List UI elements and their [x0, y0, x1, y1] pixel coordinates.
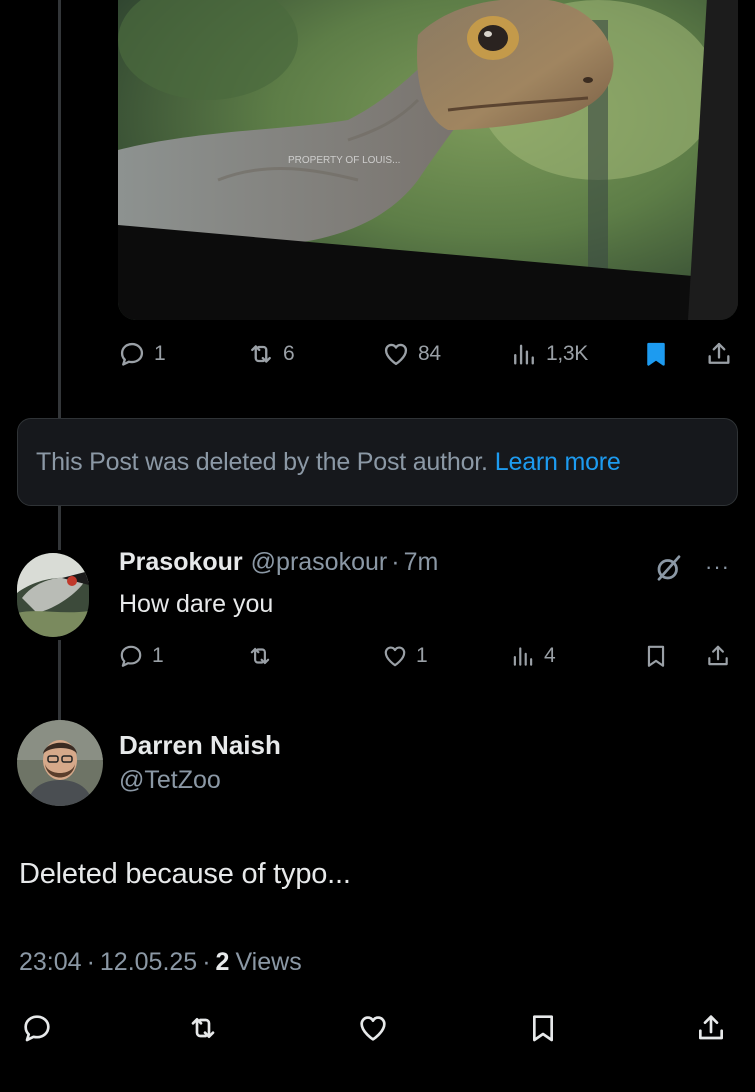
heart-icon	[382, 340, 410, 368]
repost-button[interactable]: 6	[247, 334, 295, 374]
post-views-count: 2	[215, 948, 230, 976]
reply-views-button[interactable]: 4	[510, 636, 556, 676]
reply-reply-button[interactable]: 1	[118, 636, 164, 676]
reply-timestamp[interactable]: 7m	[404, 548, 439, 577]
main-repost-button[interactable]	[187, 1008, 219, 1048]
reply-views-count: 4	[544, 644, 556, 667]
views-button[interactable]: 1,3K	[510, 334, 588, 374]
views-icon	[510, 340, 538, 368]
reply-button[interactable]: 1	[118, 334, 166, 374]
reply-author-name[interactable]: Prasokour	[119, 548, 243, 577]
reply-text: How dare you	[119, 590, 274, 618]
post-date[interactable]: 12.05.25	[100, 948, 197, 977]
share-button[interactable]	[705, 334, 733, 374]
share-icon	[695, 1012, 727, 1044]
main-share-button[interactable]	[695, 1008, 727, 1048]
main-like-button[interactable]	[357, 1008, 389, 1048]
reply-icon	[21, 1012, 53, 1044]
reply-repost-button[interactable]	[247, 636, 281, 676]
main-author-name[interactable]: Darren Naish	[119, 730, 281, 761]
bird-avatar-image	[17, 553, 89, 637]
meta-separator-1: ·	[86, 948, 95, 976]
repost-icon	[247, 643, 273, 669]
main-post-actions	[0, 1008, 755, 1048]
like-button[interactable]: 84	[382, 334, 441, 374]
bookmark-icon	[527, 1012, 559, 1044]
deleted-notice-text: This Post was deleted by the Post author…	[36, 447, 488, 476]
reply-icon	[118, 340, 146, 368]
main-bookmark-button[interactable]	[527, 1008, 559, 1048]
main-author-handle[interactable]: @TetZoo	[119, 766, 221, 795]
heart-icon	[382, 643, 408, 669]
main-avatar[interactable]	[17, 720, 103, 806]
like-count: 84	[418, 342, 441, 365]
reply-like-button[interactable]: 1	[382, 636, 428, 676]
heart-icon	[357, 1012, 389, 1044]
reply-author-handle[interactable]: @prasokour	[251, 548, 388, 577]
views-count: 1,3K	[546, 342, 588, 365]
reply-reply-count: 1	[152, 644, 164, 667]
reply-avatar[interactable]	[17, 553, 89, 637]
post-meta: 23:04 · 12.05.25 · 2 Views	[19, 948, 302, 977]
main-post-text: Deleted because of typo...	[19, 858, 351, 890]
meta-separator-2: ·	[202, 948, 211, 976]
reply-separator: ·	[391, 548, 400, 576]
bookmark-icon	[643, 643, 669, 669]
share-icon	[705, 643, 731, 669]
post-media-image[interactable]: PROPERTY OF LOUIS...	[118, 0, 738, 320]
person-avatar-image	[17, 720, 103, 806]
post-time[interactable]: 23:04	[19, 948, 82, 977]
reply-share-button[interactable]	[705, 636, 731, 676]
reply-count: 1	[154, 342, 166, 365]
reply-like-count: 1	[416, 644, 428, 667]
repost-count: 6	[283, 342, 295, 365]
media-watermark: PROPERTY OF LOUIS...	[288, 155, 400, 166]
reply-actions: 1 1 4	[0, 636, 755, 676]
repost-icon	[187, 1012, 219, 1044]
quoted-post-actions: 1 6 84 1,3K	[0, 334, 755, 374]
bookmark-button[interactable]	[642, 334, 670, 374]
bookmark-icon	[642, 340, 670, 368]
main-reply-button[interactable]	[21, 1008, 53, 1048]
repost-icon	[247, 340, 275, 368]
learn-more-link[interactable]: Learn more	[495, 448, 621, 477]
reply-bookmark-button[interactable]	[643, 636, 669, 676]
deleted-post-notice: This Post was deleted by the Post author…	[17, 418, 738, 506]
post-views-label: Views	[235, 948, 302, 976]
reply-header: Prasokour @prasokour · 7m	[119, 548, 438, 577]
reply-icon	[118, 643, 144, 669]
thread-line-mid	[58, 506, 61, 550]
views-icon	[510, 643, 536, 669]
share-icon	[705, 340, 733, 368]
more-icon[interactable]: ···	[705, 554, 730, 580]
grok-icon[interactable]	[654, 553, 684, 583]
dinosaur-image: PROPERTY OF LOUIS...	[118, 0, 738, 320]
